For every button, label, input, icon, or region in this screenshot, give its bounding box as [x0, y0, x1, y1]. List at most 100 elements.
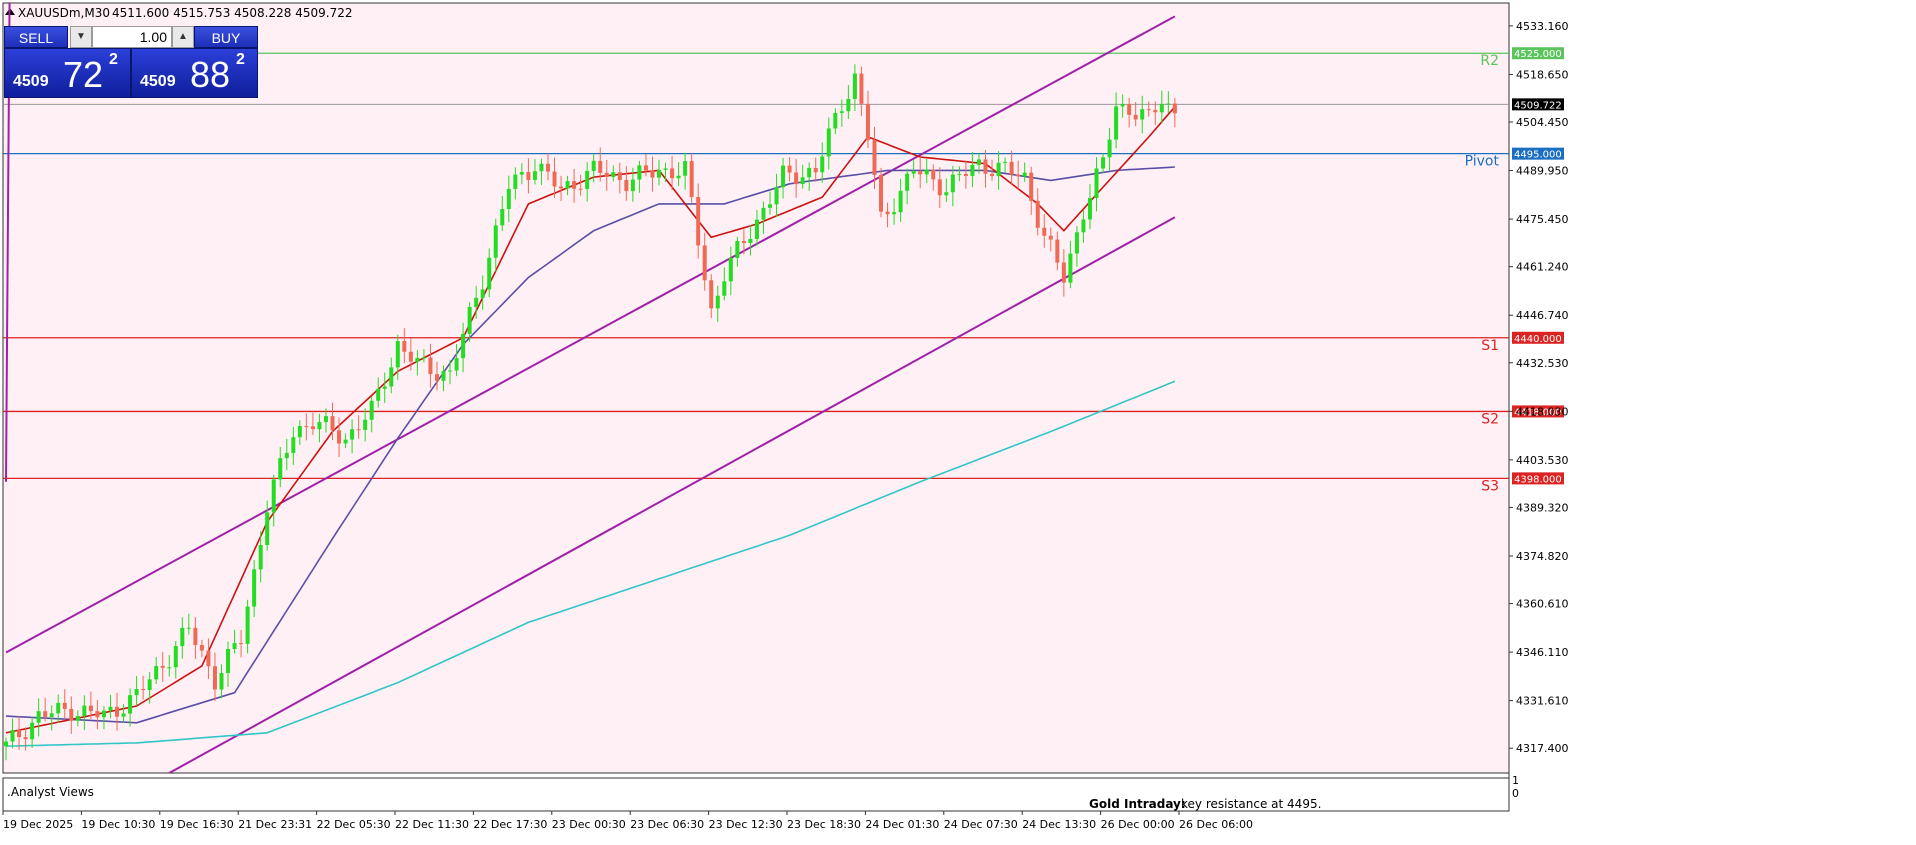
candle-body: [323, 416, 328, 423]
candle-body: [23, 737, 28, 740]
candle-body: [676, 175, 681, 179]
candle-body: [539, 163, 544, 172]
buy-price-pips: 88: [190, 54, 231, 95]
price-chart[interactable]: XAUUSDm,M30 4511.600 4515.753 4508.228 4…: [0, 0, 1916, 840]
candle-body: [17, 729, 22, 738]
candle-body: [173, 646, 178, 668]
candle-body: [82, 705, 87, 716]
candle-body: [56, 702, 61, 714]
candle-body: [637, 165, 642, 180]
candle-body: [284, 452, 289, 459]
candle-body: [578, 188, 583, 190]
candle-body: [4, 741, 8, 747]
candle-body: [448, 370, 453, 372]
candle-body: [69, 708, 74, 721]
candle-body: [382, 386, 387, 389]
y-tick-label: 4533.160: [1516, 20, 1569, 33]
candle-body: [415, 357, 420, 362]
candle-body: [604, 172, 609, 177]
y-tick-label: 4346.110: [1516, 646, 1569, 659]
annotation-text: key resistance at 4495.: [1181, 797, 1321, 811]
candle-body: [1074, 232, 1079, 254]
candle-body: [271, 479, 276, 513]
candle-body: [565, 181, 570, 189]
y-tick-label: 4360.610: [1516, 598, 1569, 611]
candle-body: [1055, 239, 1060, 263]
candle-body: [265, 512, 270, 546]
candle-body: [428, 357, 433, 375]
candle-body: [774, 187, 779, 205]
candle-body: [1140, 109, 1145, 120]
candle-body: [95, 711, 100, 718]
candle-body: [402, 341, 407, 352]
candle-body: [820, 156, 825, 173]
candle-body: [911, 171, 916, 174]
candle-body: [696, 197, 701, 246]
y-tick-label: 4475.450: [1516, 213, 1569, 226]
x-tick-label: 23 Dec 18:30: [787, 818, 861, 831]
candle-body: [735, 240, 740, 259]
candle-body: [559, 186, 564, 189]
lot-size-input[interactable]: 1.00: [92, 26, 172, 48]
candle-body: [839, 111, 844, 113]
y-tick-label: 4518.650: [1516, 68, 1569, 81]
candle-body: [865, 103, 870, 141]
x-tick-label: 23 Dec 00:30: [552, 818, 626, 831]
candle-body: [1094, 168, 1099, 198]
chart-root: XAUUSDm,M30 4511.600 4515.753 4508.228 4…: [0, 0, 1916, 840]
buy-button[interactable]: BUY: [194, 26, 258, 48]
candle-body: [852, 73, 857, 99]
candle-body: [252, 569, 257, 607]
candle-body: [75, 715, 80, 721]
candle-body: [1035, 200, 1040, 228]
candle-body: [1101, 157, 1106, 169]
candle-body: [650, 170, 655, 178]
sell-price-box[interactable]: 4509 72 2: [4, 48, 131, 98]
candle-body: [787, 165, 792, 173]
candle-body: [1172, 103, 1177, 114]
lot-increase-button[interactable]: ▲: [172, 26, 194, 48]
candle-body: [905, 173, 910, 191]
candle-body: [363, 419, 368, 430]
sell-price-pips: 72: [63, 54, 104, 95]
candle-body: [545, 163, 550, 172]
candle-body: [1009, 161, 1014, 175]
indicator-label: .Analyst Views: [7, 785, 94, 799]
x-tick-label: 21 Dec 23:31: [238, 818, 312, 831]
lot-decrease-button[interactable]: ▼: [70, 26, 92, 48]
candle-body: [212, 666, 217, 690]
candle-body: [101, 710, 106, 718]
x-tick-label: 23 Dec 06:30: [630, 818, 704, 831]
support-price-tag-text: 4440.000: [1514, 334, 1562, 345]
pivot-price-tag-text: 4495.000: [1514, 150, 1562, 161]
candle-body: [872, 140, 877, 176]
candle-body: [467, 306, 472, 334]
candle-body: [1061, 262, 1066, 283]
x-tick-label: 22 Dec 17:30: [473, 818, 547, 831]
x-tick-label: 23 Dec 12:30: [709, 818, 783, 831]
candle-body: [62, 702, 67, 709]
candle-body: [128, 695, 133, 714]
candle-body: [108, 706, 113, 711]
candle-body: [683, 161, 688, 176]
candle-body: [141, 689, 146, 691]
buy-price-prefix: 4509: [140, 73, 176, 90]
candle-body: [304, 426, 309, 428]
sell-price-prefix: 4509: [13, 73, 49, 90]
candle-body: [88, 705, 93, 712]
candle-body: [970, 164, 975, 176]
candle-body: [337, 430, 342, 444]
candle-body: [1107, 139, 1112, 158]
sell-price-fraction: 2: [109, 51, 118, 68]
candle-body: [1146, 109, 1151, 111]
candle-body: [879, 175, 884, 212]
candle-body: [1081, 219, 1086, 233]
candle-body: [317, 422, 322, 430]
candle-body: [180, 627, 185, 647]
sell-button[interactable]: SELL: [4, 26, 68, 48]
candle-body: [239, 643, 244, 645]
candle-body: [350, 429, 355, 440]
candle-body: [1087, 197, 1092, 220]
buy-price-box[interactable]: 4509 88 2: [131, 48, 258, 98]
candle-body: [552, 171, 557, 187]
